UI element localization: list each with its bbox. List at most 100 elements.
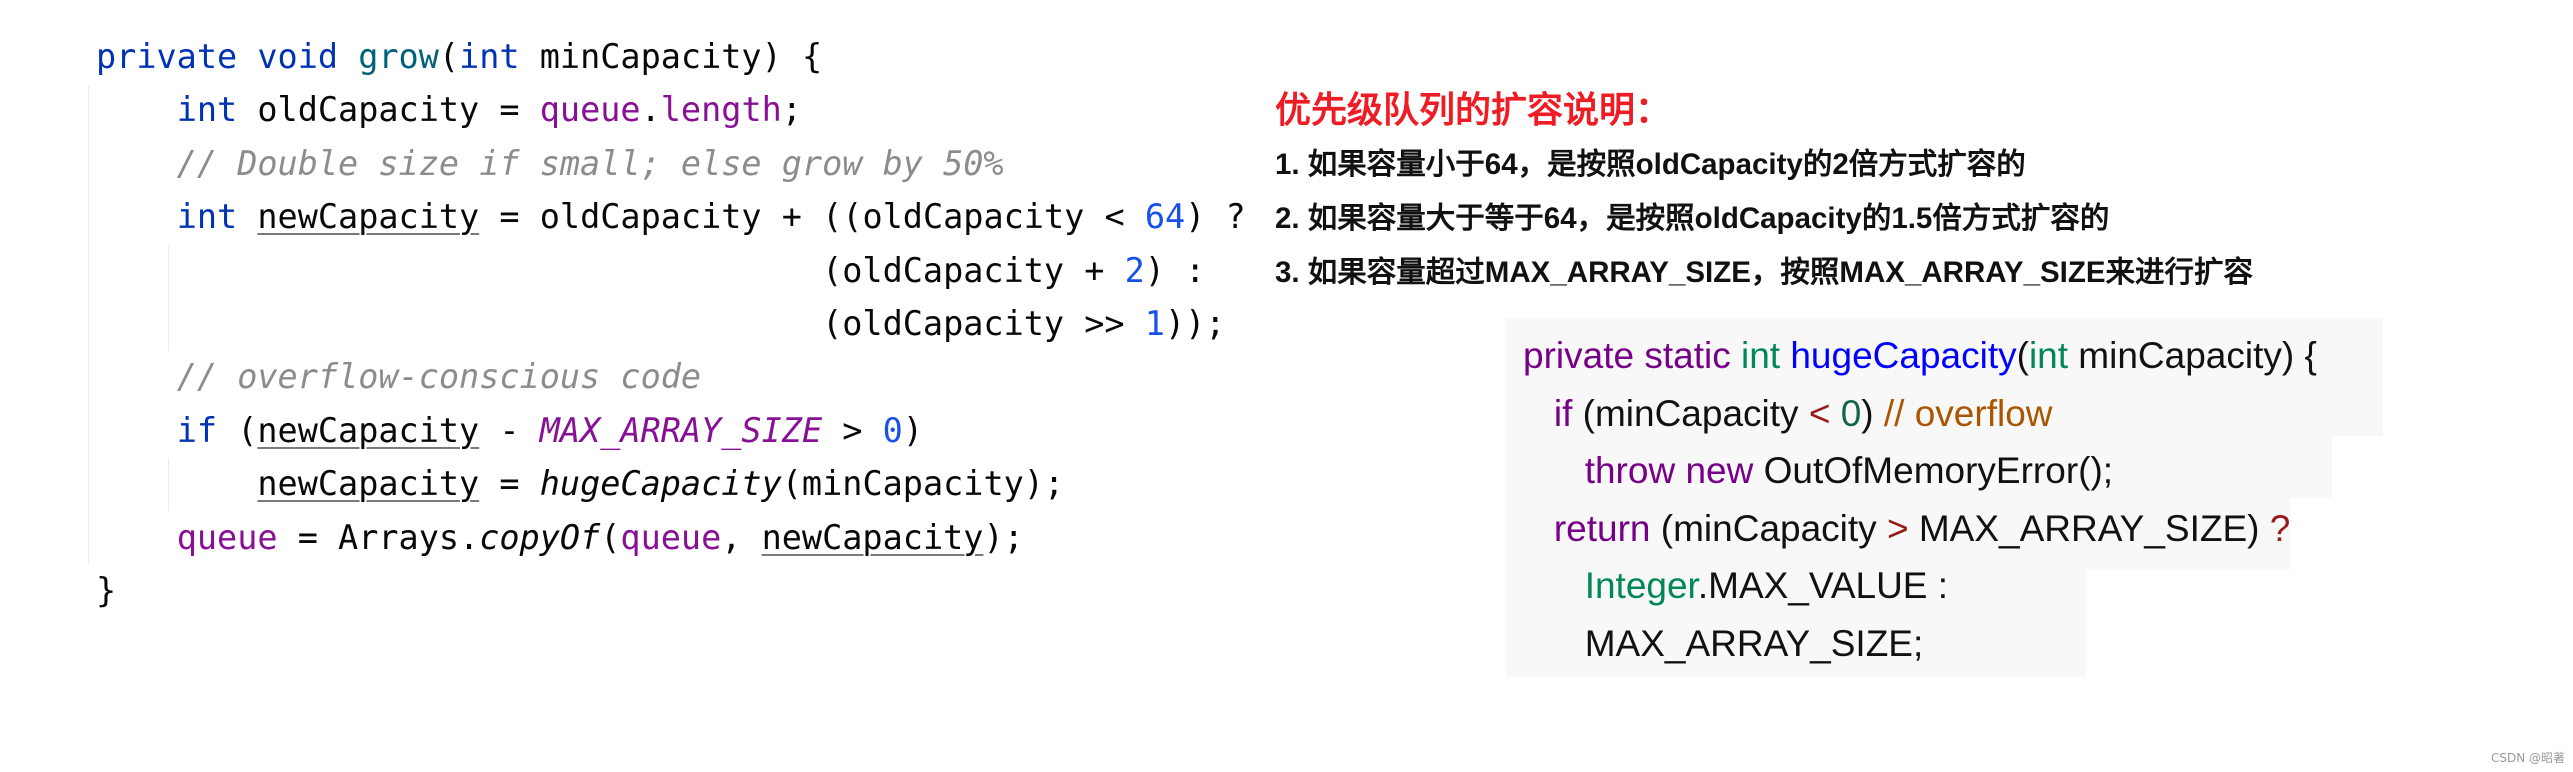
grow-code-line: private void grow(int minCapacity) { [96, 30, 822, 83]
code-token: = Arrays. [277, 517, 480, 557]
code-token: ? [2269, 507, 2291, 549]
code-token: if [1553, 392, 1583, 434]
code-token: (minCapacity [1660, 507, 1887, 549]
code-token: = [479, 464, 540, 504]
code-token: newCapacity [257, 197, 480, 237]
code-token: (oldCapacity + [96, 250, 1125, 290]
code-token: MAX_ARRAY_SIZE; [1584, 622, 1924, 664]
code-token: if [176, 410, 238, 450]
code-token: grow [358, 37, 439, 76]
huge-capacity-code-line: Integer.MAX_VALUE : [1523, 557, 1948, 615]
code-token: 2 [1124, 250, 1145, 290]
code-token: 0 [1840, 392, 1862, 434]
code-token: - [479, 410, 540, 450]
code-token: int [176, 197, 258, 237]
code-token: ( [237, 410, 258, 450]
grow-code-line: (oldCapacity >> 1)); [96, 297, 1225, 350]
code-token: copyOf [479, 517, 601, 557]
notes-title: 优先级队列的扩容说明： [1275, 89, 1672, 130]
huge-capacity-code-line: private static int hugeCapacity(int minC… [1523, 327, 2317, 385]
code-token: hugeCapacity [1790, 335, 2017, 376]
code-token: oldCapacity = [257, 90, 540, 130]
grow-code-line: newCapacity = hugeCapacity(minCapacity); [96, 457, 1064, 510]
code-token: queue [539, 90, 641, 130]
code-token: newCapacity [257, 464, 480, 504]
code-token: , [721, 517, 762, 557]
notes-item-1: 1. 如果容量小于64，是按照oldCapacity的2倍方式扩容的 [1275, 148, 2026, 181]
notes-item-3: 3. 如果容量超过MAX_ARRAY_SIZE，按照MAX_ARRAY_SIZE… [1275, 256, 2254, 289]
code-token: 1 [1144, 304, 1165, 343]
code-token: > [1886, 507, 1909, 549]
huge-capacity-code-line: throw new OutOfMemoryError(); [1523, 442, 2113, 500]
code-token: int [176, 90, 258, 130]
code-token: ; [781, 90, 802, 130]
code-token: ( [2016, 335, 2029, 376]
grow-code-line: queue = Arrays.copyOf(queue, newCapacity… [96, 511, 1024, 564]
code-token: ) : [1144, 250, 1206, 290]
code-token: newCapacity [257, 410, 480, 450]
code-token: private static [1523, 335, 1741, 376]
grow-code-line: int newCapacity = oldCapacity + ((oldCap… [96, 190, 1246, 243]
huge-capacity-code-line: if (minCapacity < 0) // overflow [1523, 385, 2053, 443]
code-token: throw new [1584, 450, 1764, 491]
code-token: ) ? [1185, 197, 1246, 237]
code-token: ) [1861, 392, 1884, 434]
code-token: minCapacity) { [2078, 335, 2317, 376]
code-token: 0 [882, 410, 903, 450]
expansion-notes: 优先级队列的扩容说明： 1. 如果容量小于64，是按照oldCapacity的2… [1275, 82, 2253, 300]
code-token: (minCapacity); [781, 464, 1065, 504]
grow-code-line: // Double size if small; else grow by 50… [96, 137, 1004, 190]
code-token: < [1808, 392, 1831, 434]
code-token: > [822, 410, 883, 450]
grow-code-line: int oldCapacity = queue.length; [96, 83, 802, 136]
code-token: void [257, 37, 359, 76]
code-token: queue [620, 517, 722, 557]
code-token: queue [176, 517, 278, 557]
code-token: minCapacity) { [539, 37, 823, 76]
code-token: = oldCapacity + ((oldCapacity < [479, 197, 1145, 237]
grow-code-line: if (newCapacity - MAX_ARRAY_SIZE > 0) [96, 404, 923, 457]
code-token: int [2028, 335, 2079, 376]
watermark: CSDN @昭著 [2490, 751, 2565, 765]
code-token: return [1553, 507, 1661, 549]
code-token: OutOfMemoryError(); [1763, 450, 2114, 491]
code-token: )); [1164, 304, 1226, 343]
code-token: } [96, 571, 117, 610]
code-token: private [96, 37, 258, 76]
code-token: newCapacity [761, 517, 984, 557]
notes-item-2: 2. 如果容量大于等于64，是按照oldCapacity的1.5倍方式扩容的 [1275, 202, 2110, 235]
huge-capacity-code-line: return (minCapacity > MAX_ARRAY_SIZE) ? [1523, 500, 2291, 558]
code-token: ) [902, 410, 923, 450]
code-token: (oldCapacity >> [96, 304, 1145, 343]
code-token: . [640, 90, 661, 130]
code-token: ( [438, 37, 460, 76]
code-token: .MAX_VALUE : [1697, 565, 1949, 606]
code-token: ( [600, 517, 621, 557]
code-token: // overflow-conscious code [176, 357, 702, 397]
code-token: // overflow [1883, 392, 2053, 434]
code-token: int [1740, 335, 1791, 376]
code-token: (minCapacity [1582, 392, 1809, 434]
code-token: int [459, 37, 540, 76]
code-token: // Double size if small; else grow by 50… [176, 143, 1004, 183]
grow-code-line: (oldCapacity + 2) : [96, 244, 1205, 297]
code-token: hugeCapacity [539, 464, 782, 504]
huge-capacity-code-line: MAX_ARRAY_SIZE; [1523, 615, 1924, 673]
code-token: MAX_ARRAY_SIZE [539, 410, 823, 450]
grow-code-line: // overflow-conscious code [96, 350, 701, 403]
code-token: length [660, 90, 782, 130]
code-token: Integer [1584, 565, 1698, 606]
code-token: ); [983, 517, 1024, 557]
code-token: 64 [1144, 197, 1186, 237]
